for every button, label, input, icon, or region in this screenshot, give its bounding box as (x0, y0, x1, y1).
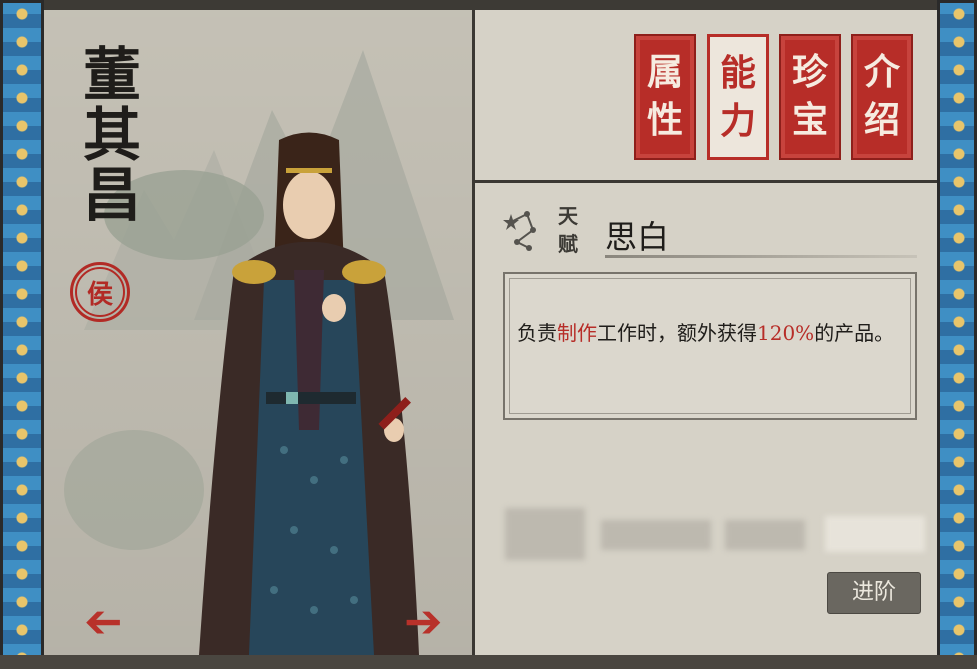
portrait-panel: 董其昌 侯 ➔ ➔ (44, 10, 475, 655)
talent-description-box: 负责制作工作时，额外获得120%的产品。 (503, 272, 917, 420)
previous-character-button[interactable]: ➔ (84, 594, 123, 648)
talent-name: 思白 (605, 218, 670, 256)
character-name: 董其昌 (73, 44, 141, 224)
obscured-block (505, 508, 585, 560)
tab-label: 属性 (646, 51, 683, 141)
tab-attributes[interactable]: 属性 (634, 34, 696, 160)
character-detail-window: 董其昌 侯 ➔ ➔ 属性 能力 珍宝 介绍 天赋 思白 负责制作工作时，额外获得… (0, 0, 977, 669)
left-arrow-icon: ➔ (84, 594, 123, 648)
tab-label: 介绍 (863, 51, 900, 141)
description-highlight: 制作 (557, 321, 597, 345)
rank-seal-text: 侯 (75, 267, 125, 317)
obscured-block (725, 520, 805, 550)
description-text: 工作时，额外获得 (597, 321, 757, 345)
top-edge (0, 0, 977, 10)
obscured-block (601, 520, 711, 550)
tab-introduction[interactable]: 介绍 (851, 34, 913, 160)
rank-seal: 侯 (70, 262, 130, 322)
obscured-block (825, 516, 925, 552)
info-panel: 属性 能力 珍宝 介绍 天赋 思白 负责制作工作时，额外获得120%的产品。 进… (475, 10, 937, 655)
description-highlight: 120% (757, 321, 815, 345)
next-character-button[interactable]: ➔ (404, 598, 443, 644)
talent-label: 天赋 (558, 204, 578, 256)
tab-bar: 属性 能力 珍宝 介绍 (475, 10, 937, 183)
background-tree (64, 430, 204, 550)
constellation-icon (503, 211, 536, 251)
description-text: 的产品。 (814, 321, 895, 345)
tab-label: 能力 (719, 52, 756, 142)
talent-description: 负责制作工作时，额外获得120%的产品。 (517, 318, 903, 349)
right-arrow-icon: ➔ (404, 594, 443, 648)
bottom-edge (0, 655, 977, 669)
description-text: 负责 (517, 321, 557, 345)
character-portrait (199, 132, 419, 655)
tab-label: 珍宝 (791, 51, 828, 141)
left-decorative-border (0, 0, 44, 669)
tab-treasures[interactable]: 珍宝 (779, 34, 841, 160)
advance-button[interactable]: 进阶 (827, 572, 921, 614)
divider (605, 255, 917, 258)
obscured-content (505, 508, 935, 560)
tab-abilities[interactable]: 能力 (707, 34, 769, 160)
right-decorative-border (937, 0, 977, 669)
